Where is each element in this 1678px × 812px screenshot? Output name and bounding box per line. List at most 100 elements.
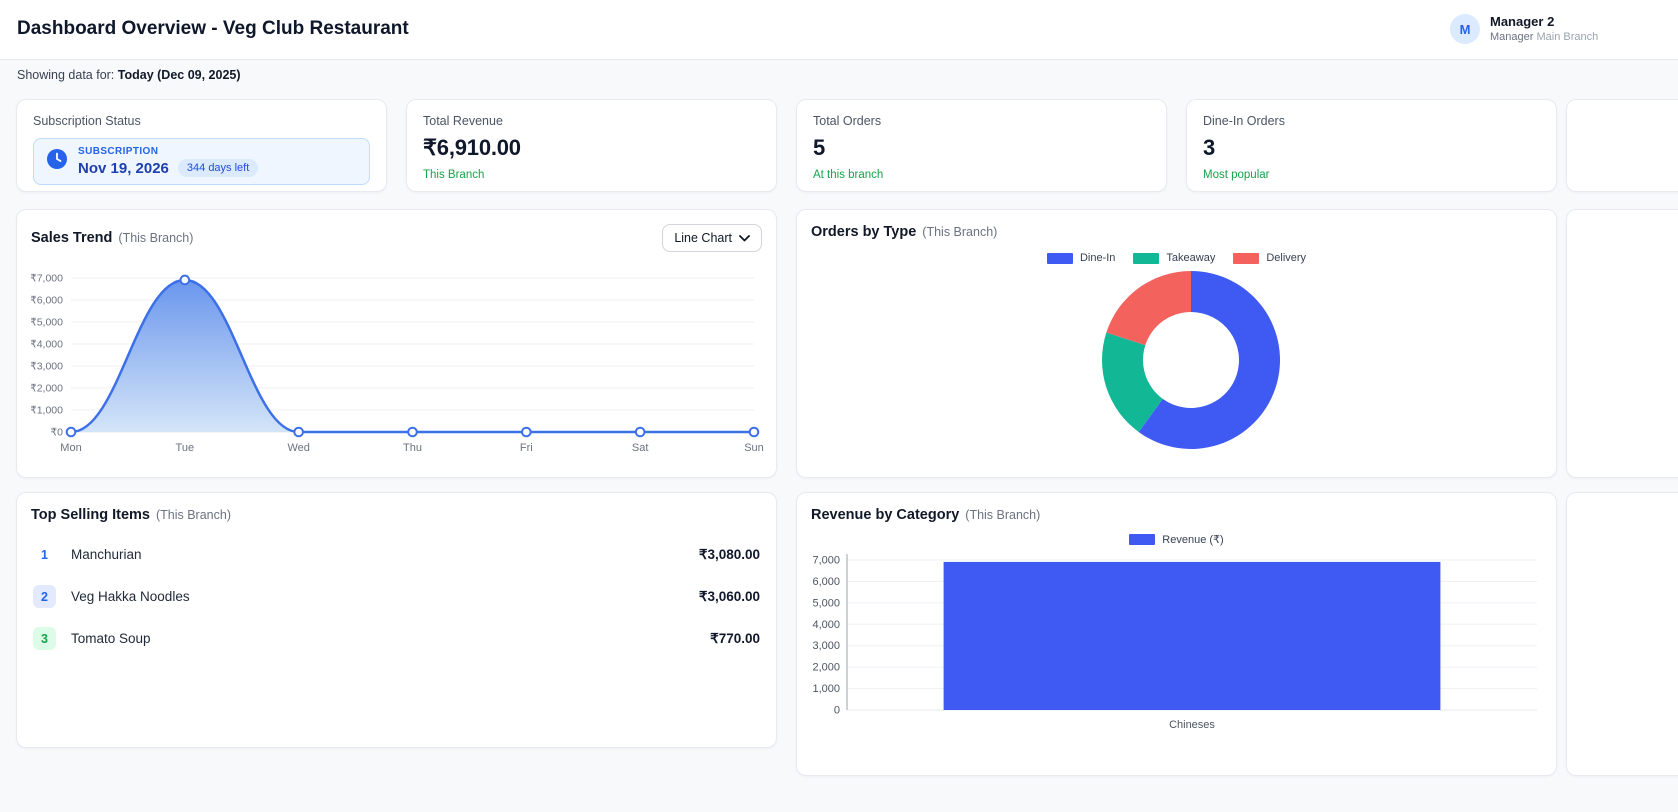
top-selling-title: Top Selling Items (31, 507, 150, 523)
legend-item-takeaway[interactable]: Takeaway (1133, 252, 1215, 264)
svg-text:₹6,000: ₹6,000 (31, 295, 63, 307)
dinein-orders-value: 3 (1203, 135, 1216, 160)
svg-text:₹1,000: ₹1,000 (31, 405, 63, 417)
svg-text:1,000: 1,000 (812, 683, 840, 695)
takeaway-swatch-icon (1133, 252, 1160, 264)
partial-card (1566, 209, 1678, 478)
svg-text:₹7,000: ₹7,000 (31, 273, 63, 285)
svg-text:₹3,000: ₹3,000 (31, 361, 63, 373)
svg-text:7,000: 7,000 (812, 555, 840, 567)
days-left-badge: 344 days left (177, 159, 259, 177)
dinein-orders-label: Dine-In Orders (1203, 114, 1285, 128)
sales-trend-chart: ₹0 ₹1,000 ₹2,000 ₹3,000 ₹4,000 ₹5,000 ₹6,000 ₹7… (30, 264, 764, 465)
orders-by-type-chart (811, 264, 1542, 461)
dashboard-page: Dashboard Overview - Veg Club Restaurant… (0, 0, 1678, 812)
donut-legend: Dine-In Takeaway Delivery (811, 252, 1542, 264)
svg-text:5,000: 5,000 (812, 597, 840, 609)
svg-text:Thu: Thu (403, 442, 422, 454)
revenue-by-category-subtitle: (This Branch) (965, 508, 1041, 522)
svg-text:Fri: Fri (520, 442, 533, 454)
total-orders-value: 5 (813, 135, 826, 160)
delivery-swatch-icon (1233, 252, 1260, 264)
user-role: Manager (1490, 31, 1534, 43)
user-subtitle: Manager Main Branch (1490, 30, 1598, 44)
legend-item-revenue[interactable]: Revenue (₹) (1129, 533, 1224, 546)
svg-text:0: 0 (834, 705, 840, 717)
total-orders-card: Total Orders 5 At this branch (796, 99, 1167, 192)
revenue-swatch-icon (1129, 534, 1156, 545)
subscription-status-card: Subscription Status SUBSCRIPTION Nov 19,… (16, 99, 387, 192)
sales-trend-subtitle: (This Branch) (118, 231, 194, 245)
user-branch: Main Branch (1536, 31, 1599, 43)
item-amount: ₹3,080.00 (698, 546, 760, 562)
page-title: Dashboard Overview - Veg Club Restaurant (17, 18, 409, 39)
orders-by-type-title: Orders by Type (811, 224, 917, 240)
chart-type-dropdown-label: Line Chart (674, 231, 732, 245)
orders-by-type-subtitle: (This Branch) (922, 225, 998, 239)
total-revenue-card: Total Revenue ₹6,910.00 This Branch (406, 99, 777, 192)
avatar[interactable]: M (1450, 14, 1480, 44)
orders-by-type-card: Orders by Type (This Branch) Dine-In Tak… (796, 209, 1557, 478)
legend-item-delivery[interactable]: Delivery (1233, 252, 1306, 264)
item-name: Manchurian (71, 547, 142, 562)
revenue-by-category-chart: 0 1,000 2,000 3,000 4,000 5,000 6,000 7,000 Chin… (811, 546, 1542, 753)
svg-text:6,000: 6,000 (812, 576, 840, 588)
subscription-badge-title: SUBSCRIPTION (78, 146, 159, 157)
partial-card (1566, 99, 1678, 192)
chart-type-dropdown[interactable]: Line Chart (662, 224, 762, 252)
svg-text:₹4,000: ₹4,000 (31, 339, 63, 351)
top-selling-list: 1 Manchurian ₹3,080.00 2 Veg Hakka Noodl… (31, 537, 762, 656)
top-selling-card: Top Selling Items (This Branch) 1 Manchu… (16, 492, 777, 748)
svg-text:4,000: 4,000 (812, 619, 840, 631)
list-item: 2 Veg Hakka Noodles ₹3,060.00 (31, 579, 762, 614)
dinein-swatch-icon (1046, 252, 1073, 264)
item-name: Veg Hakka Noodles (71, 589, 190, 604)
app-header: Dashboard Overview - Veg Club Restaurant… (0, 0, 1678, 60)
legend-label-takeaway: Takeaway (1166, 252, 1216, 264)
sales-trend-title: Sales Trend (31, 230, 113, 246)
svg-text:3,000: 3,000 (812, 640, 840, 652)
item-amount: ₹3,060.00 (698, 588, 760, 604)
bar-legend: Revenue (₹) (811, 533, 1542, 546)
date-filter-summary: Showing data for: Today (Dec 09, 2025) (17, 68, 241, 82)
subscription-expiry-date: Nov 19, 2026 (78, 159, 169, 177)
total-orders-label: Total Orders (813, 114, 882, 128)
svg-text:₹0: ₹0 (50, 427, 63, 439)
total-revenue-label: Total Revenue (423, 114, 503, 128)
revenue-by-category-title: Revenue by Category (811, 507, 960, 523)
item-amount: ₹770.00 (710, 630, 760, 646)
chevron-down-icon (739, 231, 750, 245)
svg-text:Tue: Tue (176, 442, 195, 454)
total-orders-note: At this branch (813, 169, 884, 181)
list-item: 1 Manchurian ₹3,080.00 (31, 537, 762, 572)
item-name: Tomato Soup (71, 631, 151, 646)
revenue-by-category-card: Revenue by Category (This Branch) Revenu… (796, 492, 1557, 776)
svg-text:Mon: Mon (60, 442, 81, 454)
user-menu[interactable]: M Manager 2 Manager Main Branch (1450, 14, 1598, 44)
rank-badge: 3 (33, 627, 56, 650)
svg-text:2,000: 2,000 (812, 662, 840, 674)
svg-text:₹2,000: ₹2,000 (31, 383, 63, 395)
legend-label-delivery: Delivery (1266, 252, 1307, 264)
sales-trend-card: Sales Trend (This Branch) Line Chart ₹0 ₹… (16, 209, 777, 478)
dinein-orders-note: Most popular (1203, 169, 1270, 181)
svg-text:Sun: Sun (744, 442, 764, 454)
top-selling-subtitle: (This Branch) (155, 508, 231, 522)
dinein-orders-card: Dine-In Orders 3 Most popular (1186, 99, 1557, 192)
rank-badge: 1 (41, 547, 48, 562)
date-filter-prefix: Showing data for: (17, 68, 115, 82)
svg-text:Sat: Sat (632, 442, 649, 454)
subscription-box: SUBSCRIPTION Nov 19, 2026 344 days left (33, 138, 370, 185)
date-filter-value: Today (Dec 09, 2025) (117, 68, 241, 82)
legend-label-dinein: Dine-In (1079, 252, 1116, 264)
svg-text:₹5,000: ₹5,000 (31, 317, 63, 329)
total-revenue-value: ₹6,910.00 (423, 135, 521, 160)
partial-card (1566, 492, 1678, 776)
clock-icon (46, 148, 68, 175)
legend-item-dinein[interactable]: Dine-In (1046, 252, 1116, 264)
user-name: Manager 2 (1490, 14, 1555, 29)
svg-text:Wed: Wed (287, 442, 309, 454)
rank-badge: 2 (33, 585, 56, 608)
svg-text:Chineses: Chineses (1169, 719, 1215, 731)
subscription-card-label: Subscription Status (33, 114, 141, 128)
